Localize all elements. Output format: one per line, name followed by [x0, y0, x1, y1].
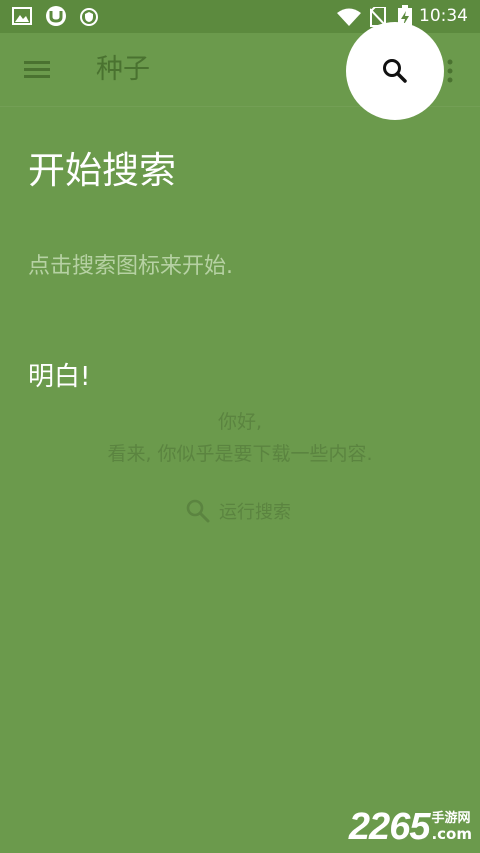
shield-notification-icon: [80, 8, 98, 26]
toolbar-title: 种子: [96, 54, 150, 85]
tip-dismiss-button[interactable]: 明白!: [28, 360, 90, 394]
search-icon: [186, 499, 210, 523]
watermark-logo: 2265 手游网 .com: [349, 807, 472, 847]
hamburger-menu-icon[interactable]: [22, 60, 52, 80]
empty-state-greeting: 你好,: [217, 411, 263, 433]
wifi-icon: [337, 8, 361, 26]
watermark-site: 手游网: [431, 811, 471, 826]
more-vert-icon[interactable]: [444, 58, 456, 84]
watermark-number: 2265: [348, 806, 431, 848]
run-search-button[interactable]: 运行搜索: [185, 497, 291, 525]
tip-title: 开始搜索: [28, 149, 176, 192]
image-notification-icon: [12, 7, 32, 25]
tip-body: 点击搜索图标来开始.: [28, 254, 233, 279]
search-icon[interactable]: [380, 56, 410, 86]
status-time: 10:34: [419, 6, 468, 26]
utorrent-notification-icon: [46, 6, 66, 26]
empty-state-message: 看来, 你似乎是要下载一些内容.: [107, 443, 373, 465]
run-search-label: 运行搜索: [219, 502, 291, 523]
watermark-tld: .com: [431, 825, 472, 843]
